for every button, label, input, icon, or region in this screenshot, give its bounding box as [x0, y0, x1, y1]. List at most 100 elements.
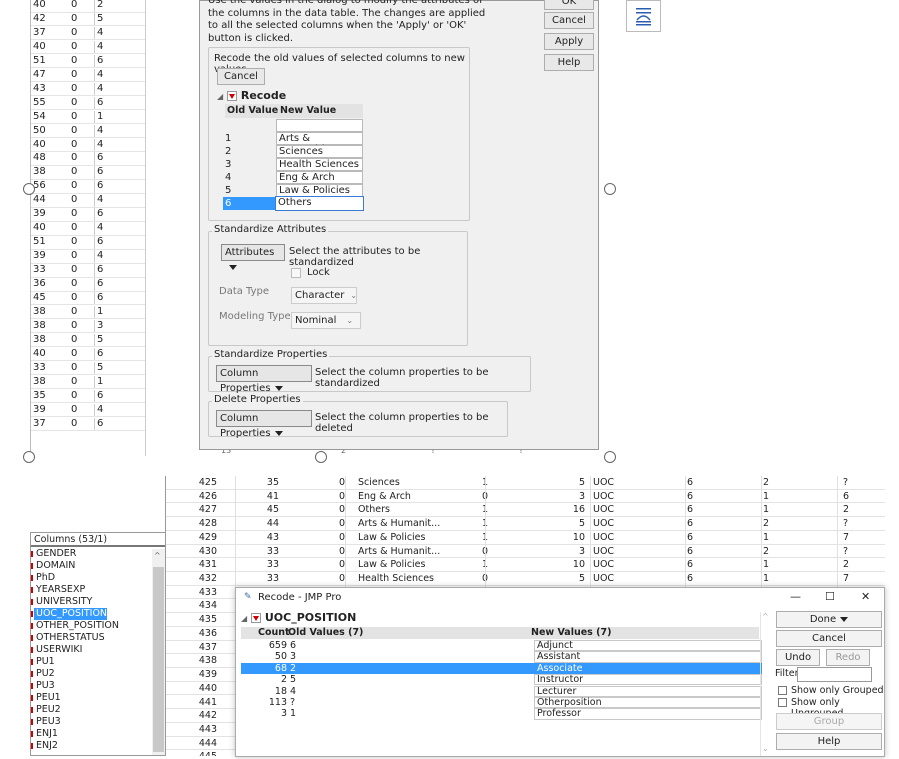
minimize-icon[interactable]: —	[790, 590, 801, 603]
old-value-cell: 5	[290, 674, 297, 686]
delete-column-properties-dropdown[interactable]: Column Properties	[216, 410, 312, 439]
recode-new-value[interactable]: Sciences	[276, 145, 363, 158]
cell: 2	[763, 545, 770, 557]
scroll-up-icon[interactable]: ^	[154, 551, 161, 560]
done-button[interactable]: Done	[776, 611, 882, 628]
column-item[interactable]: YEARSEXP	[30, 584, 85, 596]
table-row[interactable]: 432330Health Sciences05UOC617	[165, 572, 885, 586]
recode-value-row[interactable]: 50 3 Assistant	[241, 651, 762, 663]
resize-handle[interactable]	[604, 183, 616, 195]
recode-old-value[interactable]: 1	[223, 132, 275, 145]
cancel-button[interactable]: Cancel	[544, 12, 594, 29]
disclosure-icon[interactable]: ◢	[241, 614, 247, 623]
recode-value-row[interactable]: 68 2 Associate	[241, 662, 762, 675]
column-item[interactable]: GENDER	[30, 548, 76, 560]
recode-cancel-dialog-button[interactable]: Cancel	[776, 630, 882, 647]
column-item[interactable]: OTHER_POSITION	[30, 620, 119, 632]
column-item[interactable]: UOC_POSITION	[30, 608, 108, 620]
column-item[interactable]: ENJ2	[31, 740, 58, 752]
new-value-blank-cell[interactable]	[276, 119, 363, 132]
disclosure-icon[interactable]: ◢	[217, 92, 223, 101]
redo-button[interactable]: Redo	[826, 649, 870, 666]
table-row[interactable]: 429430Law & Policies110UOC617	[165, 530, 885, 545]
column-item[interactable]: DOMAIN	[30, 560, 75, 572]
new-value-field[interactable]: Associate	[534, 662, 762, 675]
recode-outline-header[interactable]: ◢ Recode	[217, 89, 286, 102]
new-value-field[interactable]: Otherposition	[534, 697, 762, 709]
red-triangle-menu-icon[interactable]	[227, 91, 237, 101]
column-properties-dropdown[interactable]: Column Properties	[216, 365, 312, 394]
cell: 435	[198, 614, 217, 626]
recode-value-row[interactable]: 3 1 Professor	[241, 708, 762, 720]
recode-old-value[interactable]: 4	[223, 171, 275, 184]
cell: 37	[33, 417, 46, 429]
column-item[interactable]: PhD	[30, 572, 55, 584]
columns-scrollbar[interactable]: ^	[152, 549, 165, 755]
recode-help-button[interactable]: Help	[776, 733, 882, 750]
recode-old-value[interactable]: 6	[223, 197, 275, 210]
lock-checkbox[interactable]	[291, 268, 301, 278]
table-row[interactable]: 427450Others116UOC612	[165, 503, 885, 518]
table-row[interactable]: 425350Sciences15UOC62?	[165, 476, 885, 490]
column-item[interactable]: PEU3	[31, 716, 61, 728]
grid-line	[94, 0, 95, 12]
undo-button[interactable]: Undo	[776, 649, 820, 666]
column-item[interactable]: PEU2	[31, 704, 61, 716]
new-value-field[interactable]: Assistant	[534, 651, 762, 663]
scroll-up-icon[interactable]: ^	[762, 612, 769, 621]
recode-old-value[interactable]: 3	[223, 158, 275, 171]
table-row[interactable]: 428440Arts & Humanit...15UOC62?	[165, 517, 885, 531]
cell: 428	[198, 518, 217, 530]
column-item[interactable]: USERWIKI	[30, 644, 82, 656]
column-item[interactable]: OTHERSTATUS	[31, 632, 105, 644]
new-value-field[interactable]: Adjunct	[534, 640, 762, 652]
recode-column-header[interactable]: ◢ UOC_POSITION	[241, 611, 356, 624]
table-row[interactable]: 426410Eng & Arch03UOC616	[165, 489, 885, 504]
new-value-field[interactable]: Lecturer	[534, 685, 762, 697]
maximize-icon[interactable]: ☐	[825, 590, 835, 603]
scroll-thumb[interactable]	[153, 567, 164, 752]
recode-value-row[interactable]: 18 4 Lecturer	[241, 685, 762, 697]
attributes-dropdown[interactable]: Attributes	[221, 244, 285, 270]
recode-old-value[interactable]: 5	[223, 184, 275, 197]
resize-handle[interactable]	[23, 183, 35, 195]
red-triangle-menu-icon[interactable]	[251, 613, 261, 623]
show-ungrouped-checkbox[interactable]	[778, 698, 787, 707]
filter-input[interactable]	[797, 667, 872, 682]
recode-cancel-button[interactable]: Cancel	[217, 68, 265, 85]
recode-new-value[interactable]: Arts & Humanities	[276, 132, 363, 155]
group-button[interactable]: Group	[776, 713, 882, 730]
recode-value-row[interactable]: 113? Otherposition	[241, 697, 762, 709]
scroll-down-icon[interactable]: ⌄	[762, 744, 769, 753]
new-value-field[interactable]: Professor	[534, 708, 762, 720]
column-item[interactable]: PU1	[31, 656, 55, 668]
data-type-select[interactable]: Character ⌄	[291, 287, 357, 304]
recode-list-scrollbar[interactable]: ^ ⌄	[760, 612, 770, 756]
show-grouped-checkbox[interactable]	[778, 686, 787, 695]
apply-button[interactable]: Apply	[544, 33, 594, 50]
table-row[interactable]: 431330Law & Policies110UOC612	[165, 558, 885, 572]
recode-value-row[interactable]: 2 5 Instructor	[241, 674, 762, 686]
column-item[interactable]: PEU1	[31, 692, 61, 704]
delete-properties-label: Delete Properties	[212, 394, 303, 405]
recode-old-value[interactable]: 2	[223, 145, 275, 158]
resize-handle[interactable]	[604, 451, 616, 463]
recode-new-value[interactable]: Eng & Arch	[276, 171, 363, 184]
new-value-input-active[interactable]: Others	[275, 196, 364, 211]
help-button[interactable]: Help	[544, 54, 594, 71]
column-item[interactable]: PU3	[31, 680, 55, 692]
recode-value-row[interactable]: 659 6 Adjunct	[241, 640, 762, 652]
ok-button[interactable]: OK	[544, 0, 594, 10]
modeling-type-select[interactable]: Nominal ⌄	[291, 312, 361, 329]
new-value-field[interactable]: Instructor	[534, 674, 762, 686]
column-item[interactable]: UNIVERSITY	[30, 596, 92, 608]
resize-handle[interactable]	[23, 451, 35, 463]
column-item[interactable]: PU2	[31, 668, 55, 680]
table-view-icon[interactable]	[626, 0, 661, 32]
column-item[interactable]: ENJ1	[31, 728, 58, 740]
recode-new-value[interactable]: Health Sciences	[276, 158, 363, 171]
table-row[interactable]: 430330Arts & Humanit...03UOC62?	[165, 544, 885, 559]
resize-handle[interactable]	[315, 451, 327, 463]
close-icon[interactable]: ✕	[861, 590, 870, 603]
cell: 3	[578, 490, 585, 502]
